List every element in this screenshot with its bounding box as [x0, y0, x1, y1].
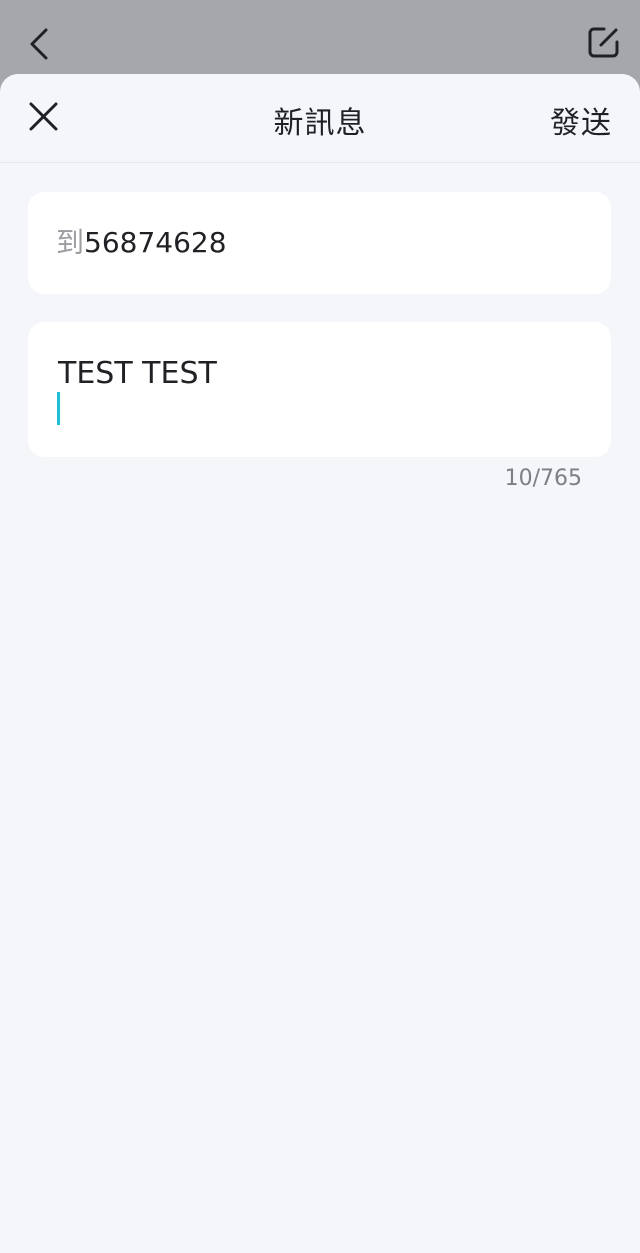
- sheet-header: 新訊息 發送: [0, 74, 640, 163]
- recipient-row: 到 56874628: [56, 226, 227, 260]
- new-message-sheet: 新訊息 發送 到 56874628 TEST TEST 10/765: [0, 74, 640, 1253]
- text-caret: [57, 392, 60, 425]
- chevron-left-icon[interactable]: [22, 24, 62, 64]
- message-text: TEST TEST: [58, 356, 217, 391]
- send-button[interactable]: 發送: [550, 98, 612, 142]
- page-title: 新訊息: [273, 106, 367, 141]
- recipient-label: 到: [56, 226, 85, 259]
- recipient-value: 56874628: [84, 226, 227, 259]
- compose-icon[interactable]: [584, 22, 624, 62]
- message-input[interactable]: TEST TEST: [28, 322, 611, 457]
- character-counter: 10/765: [504, 466, 582, 491]
- recipient-field[interactable]: 到 56874628: [28, 192, 611, 294]
